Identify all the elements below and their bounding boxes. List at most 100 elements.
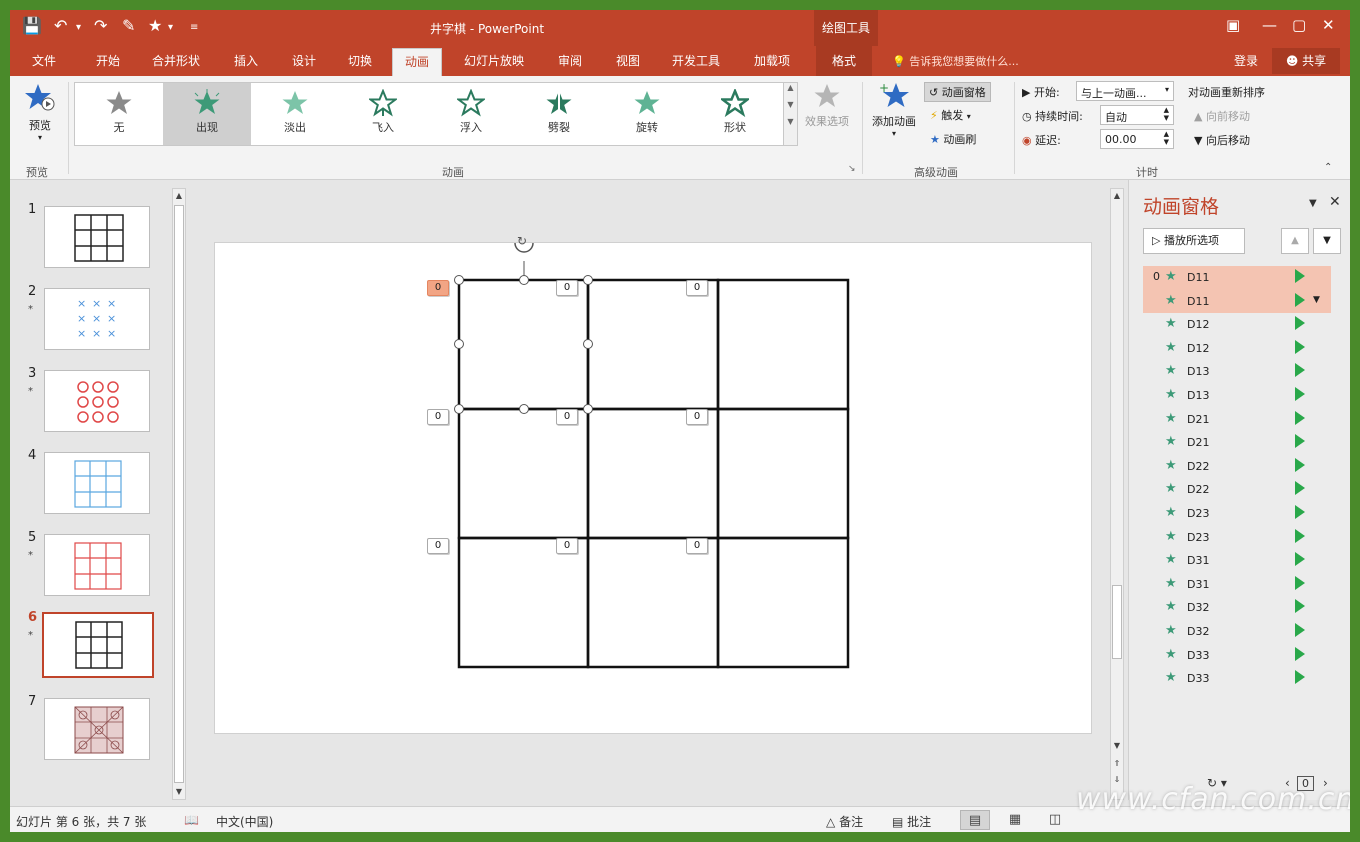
- animation-item[interactable]: ★ D33: [1143, 667, 1331, 691]
- tab-slide-show[interactable]: 幻灯片放映: [464, 52, 524, 69]
- animation-painter-button[interactable]: ★ 动画刷: [930, 131, 976, 147]
- animation-item[interactable]: ★ D21: [1143, 408, 1331, 432]
- collapse-ribbon-icon[interactable]: ⌃: [1324, 162, 1332, 173]
- animation-tag[interactable]: 0: [556, 409, 578, 425]
- tab-view[interactable]: 视图: [616, 52, 640, 69]
- add-animation-dropdown-icon[interactable]: ▾: [866, 129, 922, 138]
- trigger-button[interactable]: ⚡ 触发 ▾: [930, 107, 971, 123]
- gallery-item-float-in[interactable]: 浮入: [427, 83, 515, 145]
- move-earlier-button[interactable]: ▲ 向前移动: [1194, 108, 1250, 124]
- spelling-icon[interactable]: 📖: [184, 813, 199, 827]
- minimize-icon[interactable]: —: [1262, 16, 1277, 34]
- star-icon[interactable]: ★: [148, 16, 162, 35]
- canvas-scroll-down-icon[interactable]: ▼: [1111, 739, 1123, 753]
- gallery-scrollbar[interactable]: ▲ ▼ ▼: [784, 82, 798, 146]
- share-button[interactable]: ☻ 共享: [1272, 48, 1340, 74]
- gallery-item-fade[interactable]: 淡出: [251, 83, 339, 145]
- tab-transitions[interactable]: 切换: [348, 52, 372, 69]
- slide-thumbnail-6[interactable]: [42, 612, 154, 678]
- resize-handle[interactable]: [583, 275, 593, 285]
- canvas-scrollbar[interactable]: ▲ ▼ ⇑ ⇓: [1110, 188, 1124, 800]
- format-painter-icon[interactable]: ✎: [122, 16, 135, 35]
- customize-qat-icon[interactable]: ≡: [190, 22, 198, 33]
- reading-view-icon[interactable]: ◫: [1040, 810, 1070, 830]
- animation-item[interactable]: ★ D31: [1143, 573, 1331, 597]
- play-selected-button[interactable]: ▷ 播放所选项: [1143, 228, 1245, 254]
- gallery-item-appear[interactable]: 出现: [163, 83, 251, 145]
- redo-icon[interactable]: ↷: [94, 16, 107, 35]
- notes-button[interactable]: △ 备注: [826, 813, 863, 830]
- animation-item[interactable]: 0 ★ D11: [1143, 266, 1331, 290]
- tab-format[interactable]: 格式: [816, 46, 873, 76]
- slide-thumbnail-3[interactable]: [44, 370, 150, 432]
- thumbnails-scrollbar[interactable]: ▲ ▼: [172, 188, 186, 800]
- normal-view-icon[interactable]: ▤: [960, 810, 990, 830]
- close-icon[interactable]: ✕: [1322, 16, 1335, 34]
- gallery-item-spin[interactable]: 旋转: [603, 83, 691, 145]
- tab-developer[interactable]: 开发工具: [672, 52, 720, 69]
- gallery-item-split[interactable]: 劈裂: [515, 83, 603, 145]
- scroll-down-icon[interactable]: ▼: [173, 785, 185, 799]
- tab-merge-shapes[interactable]: 合并形状: [152, 52, 200, 69]
- gallery-down-icon[interactable]: ▼: [784, 100, 797, 109]
- tab-review[interactable]: 审阅: [558, 52, 582, 69]
- gallery-up-icon[interactable]: ▲: [784, 83, 797, 92]
- resize-handle[interactable]: [519, 275, 529, 285]
- resize-handle[interactable]: [454, 404, 464, 414]
- login-link[interactable]: 登录: [1234, 52, 1258, 69]
- thumbnails-scroll-thumb[interactable]: [174, 205, 184, 783]
- animation-item[interactable]: ★ D21: [1143, 431, 1331, 455]
- canvas-scroll-up-icon[interactable]: ▲: [1111, 189, 1123, 203]
- tab-insert[interactable]: 插入: [234, 52, 258, 69]
- animation-item[interactable]: ★ D23: [1143, 502, 1331, 526]
- canvas-scroll-thumb[interactable]: [1112, 585, 1122, 659]
- delay-field[interactable]: 00.00 ▲ ▼: [1100, 129, 1174, 149]
- slide-thumbnail-7[interactable]: [44, 698, 150, 760]
- pane-close-icon[interactable]: ✕: [1329, 194, 1341, 210]
- animation-item[interactable]: ★ D12: [1143, 337, 1331, 361]
- animation-item[interactable]: ★ D32: [1143, 596, 1331, 620]
- ribbon-display-icon[interactable]: ▣: [1226, 16, 1240, 34]
- item-dropdown-icon[interactable]: ▼: [1313, 295, 1320, 305]
- resize-handle[interactable]: [583, 339, 593, 349]
- slide-thumbnail-4[interactable]: [44, 452, 150, 514]
- animation-tag[interactable]: 0: [556, 280, 578, 296]
- maximize-icon[interactable]: ▢: [1292, 16, 1306, 34]
- tab-file[interactable]: 文件: [32, 52, 56, 69]
- resize-handle[interactable]: [519, 404, 529, 414]
- animation-tag[interactable]: 0: [427, 538, 449, 554]
- resize-handle[interactable]: [454, 339, 464, 349]
- language-indicator[interactable]: 中文(中国): [216, 813, 273, 830]
- animation-tag[interactable]: 0: [427, 409, 449, 425]
- animation-item[interactable]: ★ D33: [1143, 644, 1331, 668]
- delay-spinner-icon[interactable]: ▲ ▼: [1164, 130, 1169, 146]
- resize-handle[interactable]: [454, 275, 464, 285]
- animation-item[interactable]: ★ D23: [1143, 526, 1331, 550]
- save-icon[interactable]: 💾: [22, 16, 42, 35]
- animation-tag[interactable]: 0: [686, 280, 708, 296]
- animation-item[interactable]: ★ D12: [1143, 313, 1331, 337]
- slide-sorter-icon[interactable]: ▦: [1000, 810, 1030, 830]
- resize-handle[interactable]: [583, 404, 593, 414]
- preview-dropdown-icon[interactable]: ▾: [22, 133, 58, 142]
- gallery-item-none[interactable]: 无: [75, 83, 163, 145]
- current-slide[interactable]: ↻ 0 0 0 0 0 0 0 0 0: [214, 234, 1092, 734]
- gallery-item-fly-in[interactable]: 飞入: [339, 83, 427, 145]
- slide-thumbnail-1[interactable]: [44, 206, 150, 268]
- move-down-button[interactable]: ▼: [1313, 228, 1341, 254]
- previous-slide-icon[interactable]: ⇑: [1111, 757, 1123, 771]
- scroll-up-icon[interactable]: ▲: [173, 189, 185, 203]
- pane-options-icon[interactable]: ▼: [1309, 198, 1317, 209]
- slide-thumbnail-5[interactable]: [44, 534, 150, 596]
- comments-button[interactable]: ▤ 批注: [892, 813, 931, 830]
- preview-button[interactable]: 预览 ▾: [22, 82, 58, 142]
- animation-tag[interactable]: 0: [686, 538, 708, 554]
- animation-item[interactable]: ★ D11 ▼: [1143, 289, 1331, 314]
- duration-field[interactable]: 自动 ▲ ▼: [1100, 105, 1174, 125]
- animation-item[interactable]: ★ D22: [1143, 455, 1331, 479]
- tell-me-search[interactable]: 💡 告诉我您想要做什么...: [892, 53, 1019, 69]
- move-later-button[interactable]: ▼ 向后移动: [1194, 132, 1250, 148]
- tab-design[interactable]: 设计: [292, 52, 316, 69]
- slide-thumbnail-2[interactable]: × × × × × × × × ×: [44, 288, 150, 350]
- animation-item[interactable]: ★ D31: [1143, 549, 1331, 573]
